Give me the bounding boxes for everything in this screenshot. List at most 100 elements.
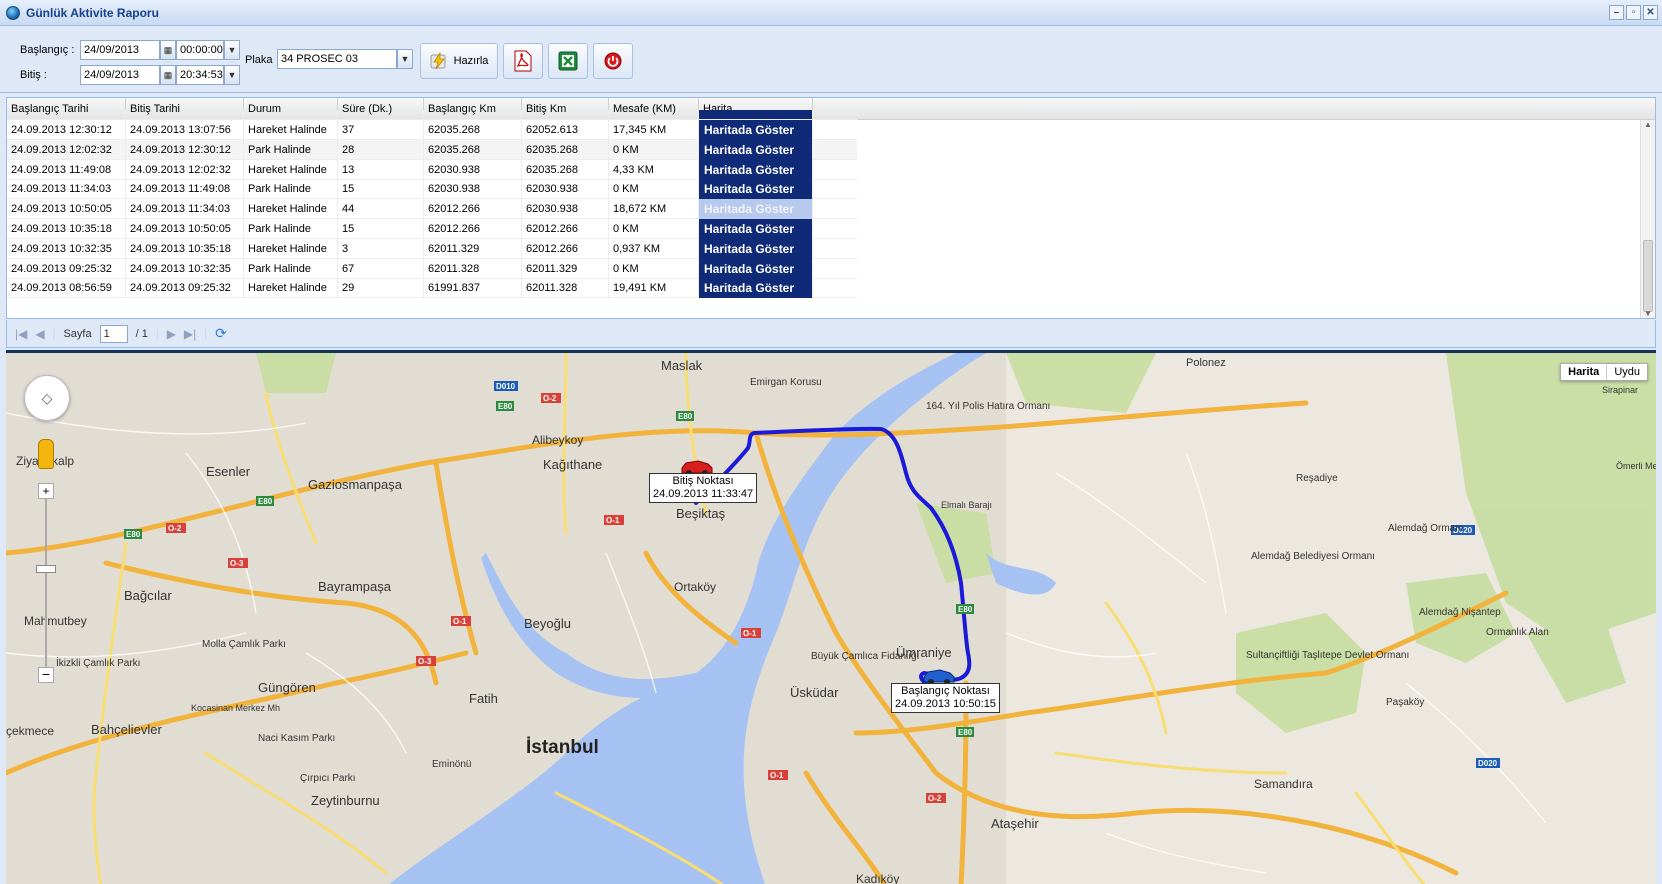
scrollbar-thumb[interactable] [1643,240,1653,312]
plate-select[interactable]: 34 PROSEC 03 [277,49,397,69]
minimize-button[interactable]: – [1609,5,1624,20]
cell-end-km: 62012.266 [522,238,609,259]
cell-distance: 4,33 KM [609,159,699,180]
cell-distance: 0 KM [609,219,699,239]
table-row[interactable]: 24.09.2013 10:50:05 24.09.2013 11:34:03 Ha… [7,199,857,220]
cell-status: Park Halinde [244,179,338,200]
cell-start-date: 24.09.2013 08:56:59 [7,278,126,299]
place-label: Bağcılar [124,588,172,603]
excel-export-button[interactable] [548,43,588,79]
show-on-map-button[interactable]: Haritada Göster [699,238,813,259]
map-type-toggle[interactable]: Harita Uydu [1560,363,1648,381]
place-label: Alemdağ Ormanı [1388,523,1464,534]
end-time-field[interactable]: 20:34:53 [176,65,224,85]
cell [522,110,609,119]
restore-button[interactable]: ▫ [1626,5,1641,20]
road-label: O-1 [743,629,757,638]
place-label: Naci Kasım Parkı [258,733,335,744]
pan-control[interactable]: ◇ [24,375,70,421]
power-close-button[interactable] [593,43,633,79]
close-button[interactable]: ✕ [1643,5,1658,20]
road-label: E80 [498,402,513,411]
calendar-icon[interactable]: ▦ [160,40,176,60]
cell-end-date: 24.09.2013 11:34:03 [126,199,244,220]
map-view[interactable]: D010 O-2 E80 E80 O-1 O-2 O-3 O-1 O-3 O-1… [6,350,1656,884]
cell-end-date: 24.09.2013 09:25:32 [126,278,244,299]
table-row[interactable]: 24.09.2013 11:34:03 24.09.2013 11:49:08 Pa… [7,179,857,200]
prepare-button[interactable]: Hazırla [420,43,498,79]
chevron-down-icon[interactable]: ▼ [224,65,240,85]
show-on-map-button[interactable]: Haritada Göster [699,139,813,160]
end-date-field[interactable]: 24/09/2013 [80,65,160,85]
map-type-satellite-button[interactable]: Uydu [1607,364,1647,380]
street-view-pegman-icon[interactable] [38,439,54,469]
calendar-icon[interactable]: ▦ [160,65,176,85]
cell-status: Hareket Halinde [244,278,338,299]
place-label: İstanbul [526,737,599,758]
cell-end-km: 62030.938 [522,179,609,200]
scroll-up-icon[interactable]: ▲ [1641,120,1655,129]
scroll-down-icon[interactable]: ▼ [1641,309,1655,318]
chevron-down-icon[interactable]: ▼ [397,49,413,69]
show-on-map-button[interactable]: Haritada Göster [699,179,813,200]
cell-duration: 28 [338,139,424,160]
cell-duration: 29 [338,278,424,299]
zoom-handle[interactable] [36,565,56,573]
zoom-in-button[interactable]: + [38,483,54,499]
chevron-down-icon[interactable]: ▼ [224,40,240,60]
place-label: Maslak [661,358,703,373]
place-label: Büyük Çamlıca Fidanlığı [811,651,919,662]
zoom-out-button[interactable]: − [38,667,54,683]
start-point-title: Başlangıç Noktası [901,685,990,697]
cell-end-km: 62035.268 [522,139,609,160]
start-time-field[interactable]: 00:00:00 [176,40,224,60]
table-row[interactable]: 24.09.2013 12:02:32 24.09.2013 12:30:12 Pa… [7,139,857,160]
show-on-map-button[interactable]: Haritada Göster [699,120,813,140]
road-label: D010 [496,382,516,391]
place-label: Güngören [258,680,316,695]
start-date-field[interactable]: 24/09/2013 [80,40,160,60]
road-label: O-3 [230,559,244,568]
table-row[interactable]: 24.09.2013 10:35:18 24.09.2013 10:50:05 Pa… [7,219,857,239]
road-label: O-1 [770,771,784,780]
road-label: E80 [678,412,693,421]
cell-distance: 0 KM [609,179,699,200]
cell-duration: 67 [338,258,424,279]
start-label: Başlangıç : [20,44,75,56]
cell [609,110,699,119]
refresh-icon[interactable]: ⟳ [215,325,227,342]
map-type-map-button[interactable]: Harita [1561,364,1608,380]
pdf-export-button[interactable] [503,43,543,79]
show-on-map-button[interactable]: Haritada Göster [699,159,813,180]
page-input[interactable]: 1 [99,324,128,343]
map-canvas[interactable]: D010 O-2 E80 E80 O-1 O-2 O-3 O-1 O-3 O-1… [6,353,1656,884]
table-row[interactable]: 24.09.2013 09:25:32 24.09.2013 10:32:35 Pa… [7,258,857,279]
show-on-map-button[interactable]: Haritada Göster [699,278,813,299]
place-label: Alemdağ Nişantep [1419,607,1501,618]
show-on-map-button[interactable]: Haritada Göster [699,199,813,220]
show-on-map-button[interactable] [699,110,813,119]
cell-distance: 0 KM [609,258,699,279]
show-on-map-button[interactable]: Haritada Göster [699,258,813,279]
next-page-icon[interactable]: ▶ [167,327,176,341]
cell-end-km: 62052.613 [522,120,609,140]
first-page-icon[interactable]: |◀ [15,327,27,341]
place-label: 164. Yıl Polis Hatıra Ormanı [926,401,1050,412]
table-row[interactable] [7,110,857,120]
place-label: Eminönü [432,759,471,770]
grid-scrollbar[interactable]: ▲ ▼ [1640,120,1655,318]
table-row[interactable]: 24.09.2013 08:56:59 24.09.2013 09:25:32 Ha… [7,278,857,299]
table-row[interactable]: 24.09.2013 10:32:35 24.09.2013 10:35:18 Ha… [7,238,857,259]
road-label: E80 [258,497,273,506]
last-page-icon[interactable]: ▶| [184,327,196,341]
show-on-map-button[interactable]: Haritada Göster [699,219,813,239]
cell [126,110,244,119]
road-label: O-2 [168,524,182,533]
table-row[interactable]: 24.09.2013 12:30:12 24.09.2013 13:07:56 Ha… [7,120,857,140]
end-point-label: Bitiş Noktası 24.09.2013 11:33:47 [649,473,758,503]
prev-page-icon[interactable]: ◀ [35,327,44,341]
zoom-slider[interactable]: + − [36,483,56,683]
table-row[interactable]: 24.09.2013 11:49:08 24.09.2013 12:02:32 Ha… [7,159,857,180]
road-label: O-3 [418,657,432,666]
cell-start-date: 24.09.2013 09:25:32 [7,258,126,279]
